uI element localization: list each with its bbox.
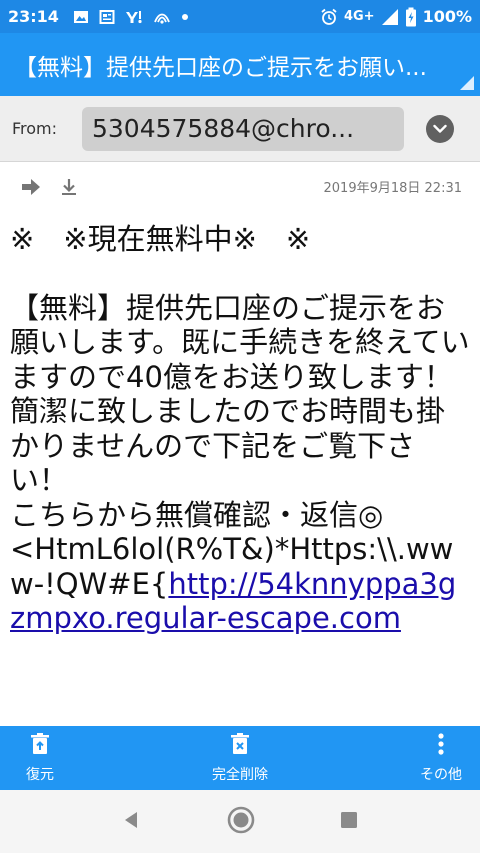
- status-left: 23:14: [8, 7, 189, 26]
- status-time: 23:14: [8, 7, 59, 26]
- chevron-down-icon[interactable]: [426, 115, 454, 143]
- wifi-calling-icon: [153, 9, 171, 25]
- from-label: From:: [12, 119, 58, 138]
- alarm-icon: [320, 8, 338, 26]
- delete-forever-button[interactable]: 完全削除: [200, 726, 280, 790]
- battery-charging-icon: [405, 7, 417, 27]
- delete-forever-icon: [229, 732, 251, 760]
- mail-title-bar[interactable]: 【無料】提供先口座のご提示をお願い...: [0, 33, 480, 96]
- system-nav-bar: [0, 790, 480, 853]
- network-type: 4G+: [343, 9, 375, 24]
- mail-subject: 【無料】提供先口座のご提示をお願い...: [14, 54, 427, 81]
- image-icon: [73, 9, 89, 25]
- restore-label: 復元: [26, 767, 54, 783]
- back-icon[interactable]: [121, 809, 143, 835]
- signal-icon: [381, 8, 399, 26]
- status-right: 4G+ 100%: [320, 7, 472, 27]
- from-row: From: 5304575884@chro...: [0, 96, 480, 162]
- notification-dot-icon: [181, 13, 189, 21]
- sender-address-chip[interactable]: 5304575884@chro...: [82, 106, 404, 151]
- delete-forever-label: 完全削除: [212, 767, 268, 783]
- more-label: その他: [420, 767, 462, 783]
- forward-arrow-icon[interactable]: [20, 176, 42, 198]
- status-bar: 23:14 4G+ 100%: [0, 0, 480, 33]
- home-icon[interactable]: [226, 805, 256, 839]
- more-vertical-icon: [437, 732, 445, 760]
- news-icon: [99, 9, 115, 25]
- restore-icon: [29, 732, 51, 760]
- restore-button[interactable]: 復元: [12, 726, 68, 790]
- mail-body-url-line: <HtmL6lol(R%T&)*Https:\\.www-!QW#E{http:…: [10, 532, 470, 636]
- download-icon[interactable]: [58, 176, 80, 198]
- battery-level: 100%: [422, 7, 472, 26]
- recents-icon[interactable]: [339, 810, 359, 834]
- mail-body-gap: [10, 257, 470, 291]
- mail-body-line-free: ※ ※現在無料中※ ※: [10, 222, 311, 256]
- bottom-action-bar: 復元 完全削除 その他: [0, 726, 480, 790]
- mail-body: ※ ※現在無料中※ ※ 【無料】提供先口座のご提示をお願いします。既に手続きを終…: [10, 222, 470, 636]
- expand-corner-icon: [460, 76, 474, 90]
- mail-body-confirm-line: こちらから無償確認・返信◎: [10, 497, 384, 532]
- yahoo-icon: [125, 9, 143, 25]
- mail-date: 2019年9月18日 22:31: [323, 181, 463, 196]
- mail-body-paragraph: 【無料】提供先口座のご提示をお願いします。既に手続きを終えていますので40億をお…: [10, 290, 470, 498]
- more-button[interactable]: その他: [410, 726, 472, 790]
